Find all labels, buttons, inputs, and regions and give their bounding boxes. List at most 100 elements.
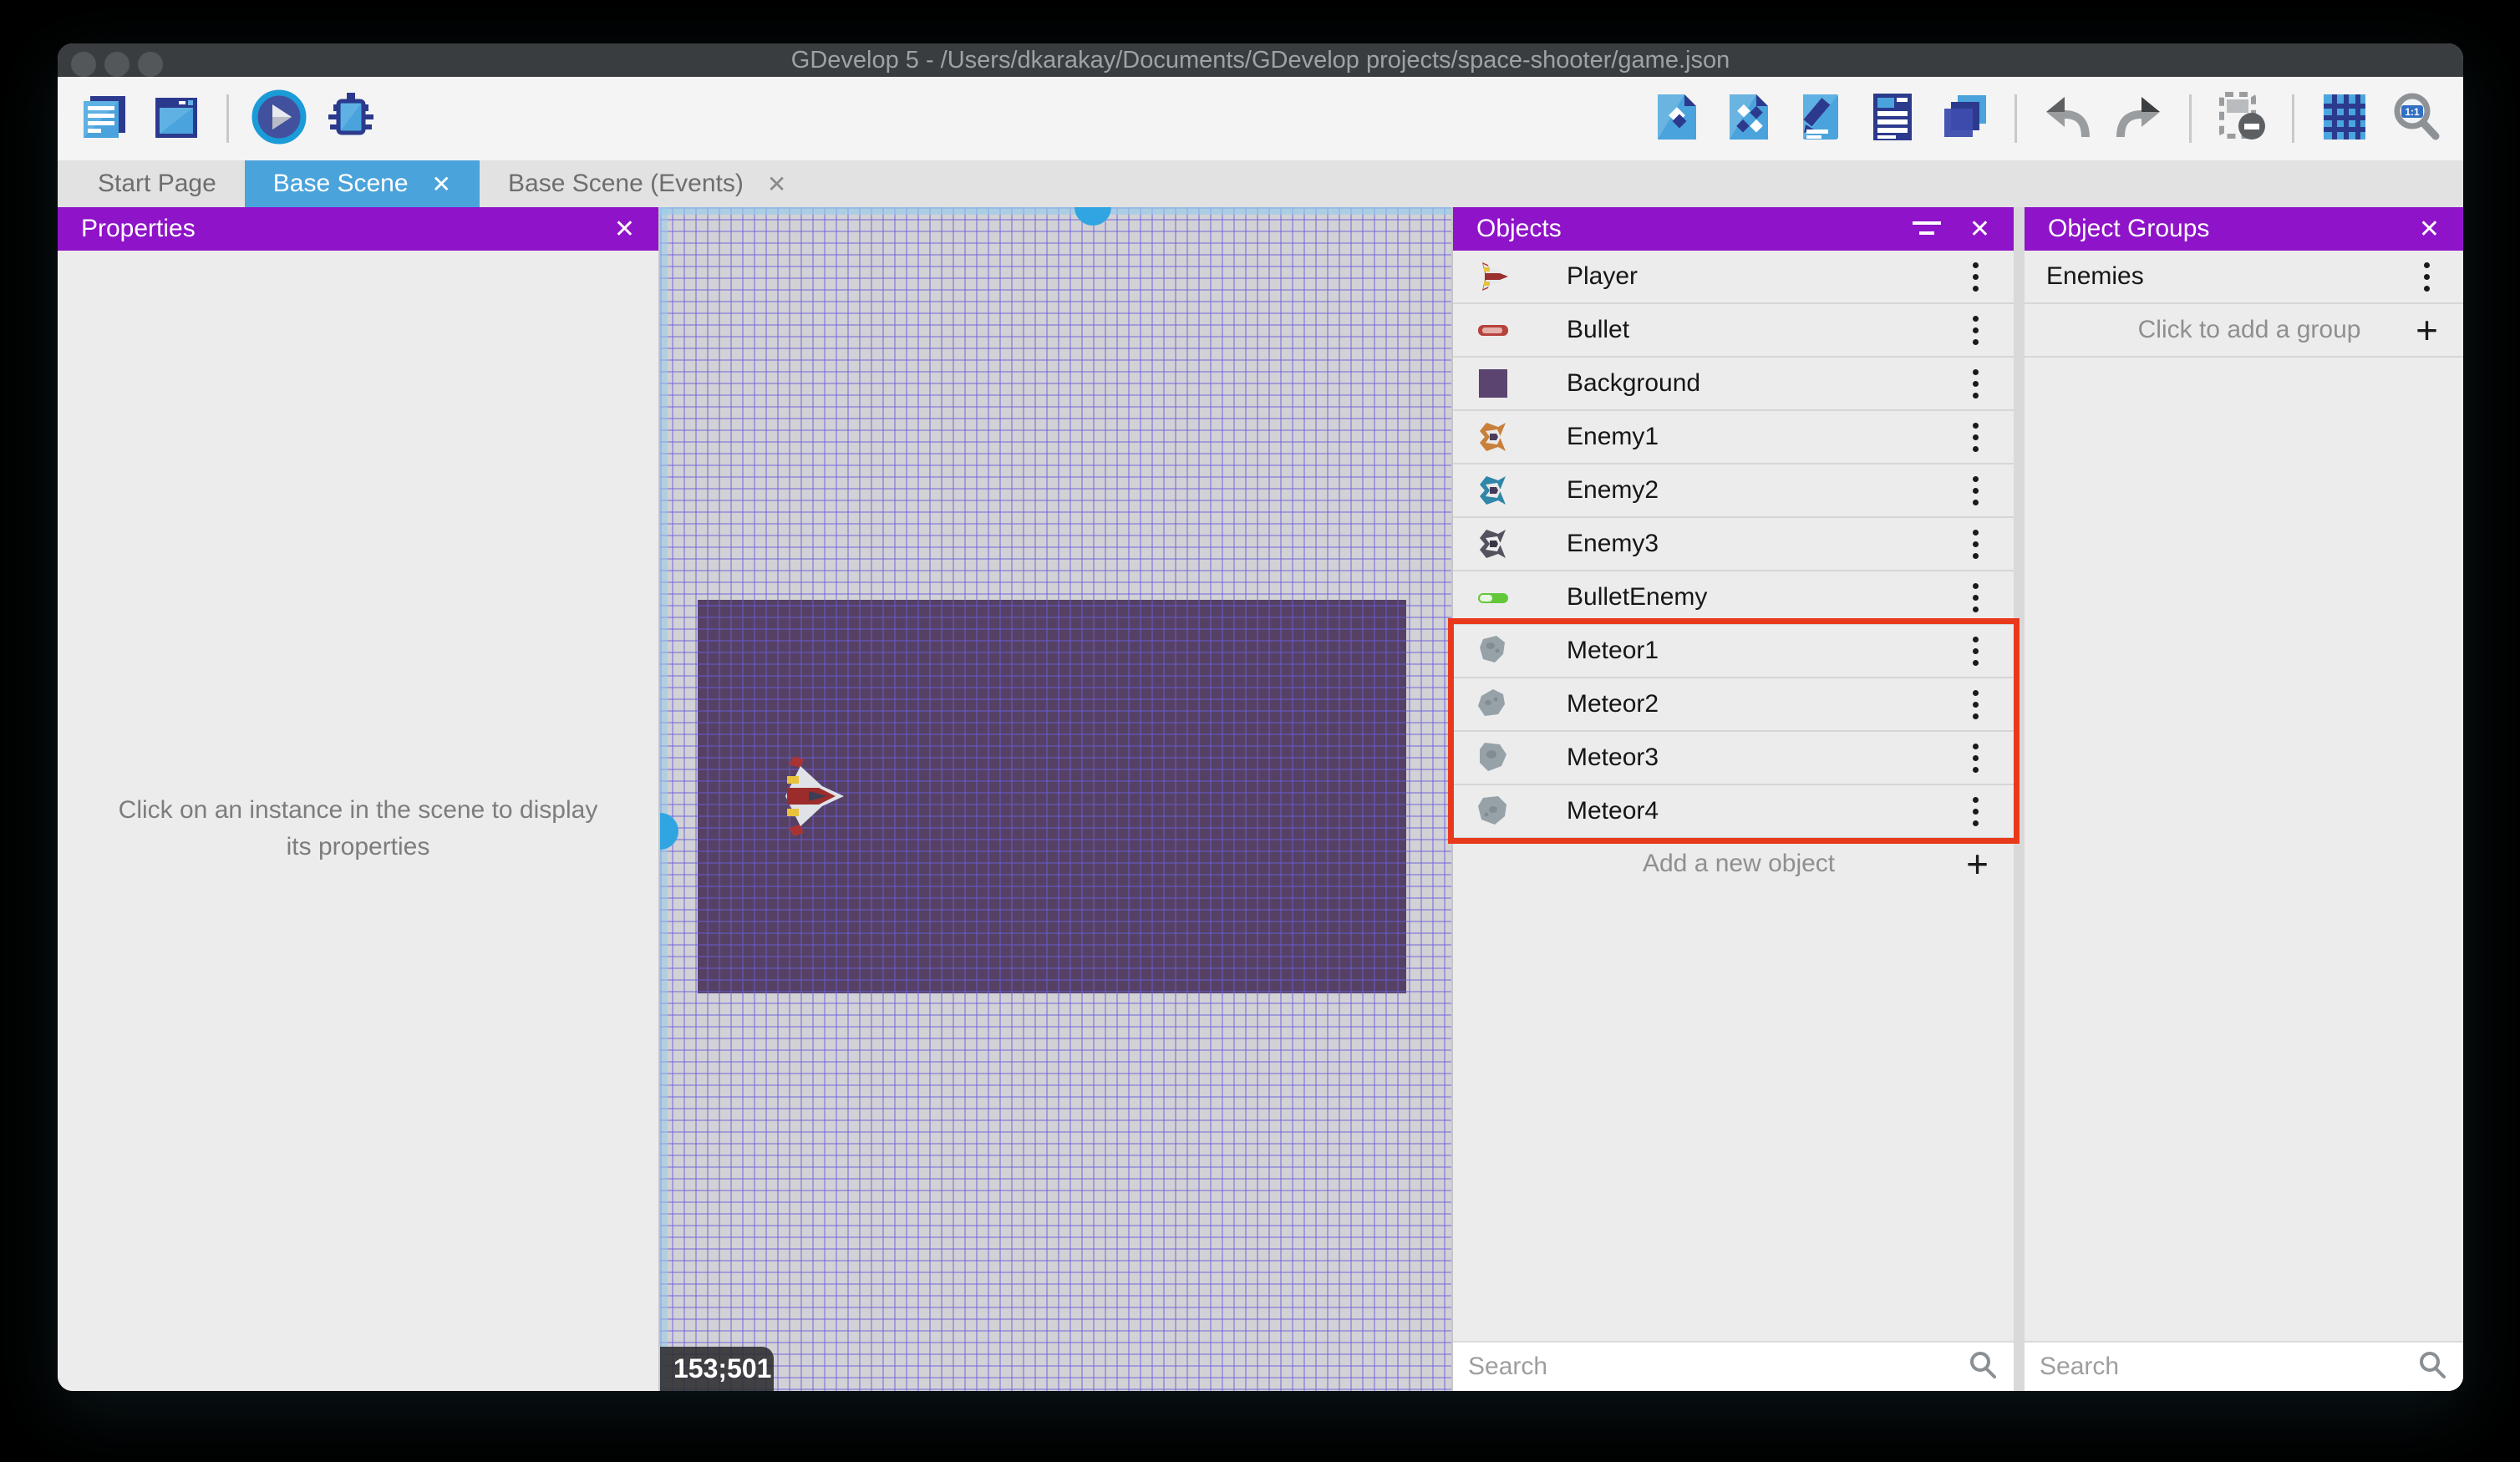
layers-button[interactable] <box>1938 92 1991 145</box>
enemy2-ship-icon <box>1473 470 1513 510</box>
properties-panel-title: Properties <box>81 215 196 242</box>
group-menu-button[interactable] <box>2424 261 2430 292</box>
object-row-bulletenemy[interactable]: BulletEnemy <box>1453 571 2014 625</box>
object-menu-button[interactable] <box>1973 422 1979 452</box>
objects-search <box>1453 1341 2014 1391</box>
search-icon <box>1967 1349 1999 1385</box>
object-row-enemy2[interactable]: Enemy2 <box>1453 464 2014 518</box>
objects-panel-title: Objects <box>1476 215 1562 242</box>
undo-button[interactable] <box>2040 92 2094 145</box>
toolbar-separator <box>2014 94 2017 143</box>
debug-icon <box>325 91 377 147</box>
search-icon <box>2416 1349 2448 1385</box>
undo-icon <box>2041 94 2093 145</box>
gdevelop-window: GDevelop 5 - /Users/dkarakay/Documents/G… <box>58 43 2463 1391</box>
project-manager-button[interactable] <box>78 92 131 145</box>
add-object-button[interactable]: Add a new object + <box>1453 839 2014 889</box>
group-row-enemies[interactable]: Enemies <box>2025 251 2463 304</box>
toolbar-separator <box>226 94 229 143</box>
object-menu-button[interactable] <box>1973 315 1979 345</box>
minimize-window-icon[interactable] <box>104 52 130 77</box>
object-row-meteor2[interactable]: Meteor2 <box>1453 678 2014 732</box>
object-menu-button[interactable] <box>1973 261 1979 292</box>
objects-search-input[interactable] <box>1468 1353 1967 1381</box>
object-menu-button[interactable] <box>1973 689 1979 719</box>
grid-toggle-button[interactable] <box>2318 92 2371 145</box>
meteor-icon <box>1473 631 1513 671</box>
properties-panel: Properties ✕ Click on an instance in the… <box>58 207 660 1391</box>
window-button[interactable] <box>150 92 203 145</box>
main-toolbar: 1:1 <box>58 77 2463 160</box>
horizontal-scrollbar[interactable] <box>660 207 1451 215</box>
object-row-player[interactable]: Player <box>1453 251 2014 304</box>
meteor-icon <box>1473 738 1513 778</box>
object-groups-icon <box>1726 91 1771 147</box>
layers-icon <box>1939 92 1989 146</box>
editor-tabbar: Start Page Base Scene ✕ Base Scene (Even… <box>58 160 2463 207</box>
svg-text:1:1: 1:1 <box>2405 106 2420 118</box>
scene-properties-button[interactable] <box>1794 92 1847 145</box>
object-row-meteor4[interactable]: Meteor4 <box>1453 785 2014 839</box>
object-row-enemy1[interactable]: Enemy1 <box>1453 411 2014 464</box>
window-icon <box>150 91 202 147</box>
objects-panel: Objects ✕ Player Bullet Background Enemy… <box>1451 207 2014 1391</box>
object-groups-panel-title: Object Groups <box>2048 215 2210 242</box>
object-menu-button[interactable] <box>1973 636 1979 666</box>
tab-base-scene[interactable]: Base Scene ✕ <box>244 160 480 207</box>
redo-icon <box>2113 94 2165 145</box>
object-menu-button[interactable] <box>1973 529 1979 559</box>
editor-content: Properties ✕ Click on an instance in the… <box>58 207 2463 1391</box>
mask-toggle-button[interactable] <box>2215 91 2269 147</box>
object-row-meteor1[interactable]: Meteor1 <box>1453 625 2014 678</box>
object-menu-button[interactable] <box>1973 368 1979 398</box>
background-icon <box>1473 363 1513 404</box>
bullet-icon <box>1473 310 1513 350</box>
close-tab-icon[interactable]: ✕ <box>432 170 451 198</box>
object-row-background[interactable]: Background <box>1453 358 2014 411</box>
object-groups-button[interactable] <box>1722 92 1776 145</box>
object-row-bullet[interactable]: Bullet <box>1453 304 2014 358</box>
object-row-enemy3[interactable]: Enemy3 <box>1453 518 2014 571</box>
redo-button[interactable] <box>2112 92 2166 145</box>
scene-properties-icon <box>1800 91 1842 147</box>
add-group-button[interactable]: Click to add a group + <box>2025 304 2463 358</box>
enemy3-ship-icon <box>1473 524 1513 564</box>
instances-list-icon <box>1871 91 1914 147</box>
close-tab-icon[interactable]: ✕ <box>767 170 786 198</box>
cursor-coordinates: 153;501 <box>660 1347 774 1391</box>
close-window-icon[interactable] <box>71 52 96 77</box>
object-menu-button[interactable] <box>1973 582 1979 612</box>
tab-start-page[interactable]: Start Page <box>69 160 245 207</box>
meteor-icon <box>1473 791 1513 831</box>
scene-canvas[interactable]: 153;501 <box>660 207 1451 1391</box>
object-menu-button[interactable] <box>1973 475 1979 505</box>
groups-search-input[interactable] <box>2040 1353 2416 1381</box>
object-row-meteor3[interactable]: Meteor3 <box>1453 732 2014 785</box>
toolbar-separator <box>2189 94 2192 143</box>
player-instance[interactable] <box>779 754 847 838</box>
maximize-window-icon[interactable] <box>138 52 163 77</box>
zoom-reset-button[interactable]: 1:1 <box>2390 92 2443 145</box>
object-menu-button[interactable] <box>1973 796 1979 826</box>
bullet-enemy-icon <box>1473 577 1513 617</box>
play-button[interactable] <box>251 89 307 145</box>
meteor-icon <box>1473 684 1513 724</box>
properties-empty-message: Click on an instance in the scene to dis… <box>118 796 598 860</box>
objects-editor-button[interactable] <box>1650 92 1704 145</box>
close-panel-icon[interactable]: ✕ <box>2419 215 2440 244</box>
tab-base-scene-events[interactable]: Base Scene (Events) ✕ <box>480 160 815 207</box>
close-panel-icon[interactable]: ✕ <box>1969 215 1990 244</box>
close-panel-icon[interactable]: ✕ <box>614 215 635 244</box>
vertical-scrollbar[interactable] <box>660 207 668 1391</box>
play-icon <box>251 89 307 149</box>
debug-button[interactable] <box>324 92 378 145</box>
mask-icon <box>2217 91 2267 147</box>
traffic-lights[interactable] <box>71 52 163 77</box>
object-menu-button[interactable] <box>1973 743 1979 773</box>
window-title: GDevelop 5 - /Users/dkarakay/Documents/G… <box>790 46 1730 74</box>
plus-icon: + <box>1966 842 1989 886</box>
filter-icon[interactable] <box>1912 220 1941 238</box>
title-bar: GDevelop 5 - /Users/dkarakay/Documents/G… <box>58 43 2463 77</box>
instances-list-button[interactable] <box>1866 92 1919 145</box>
player-ship-icon <box>1473 256 1513 297</box>
